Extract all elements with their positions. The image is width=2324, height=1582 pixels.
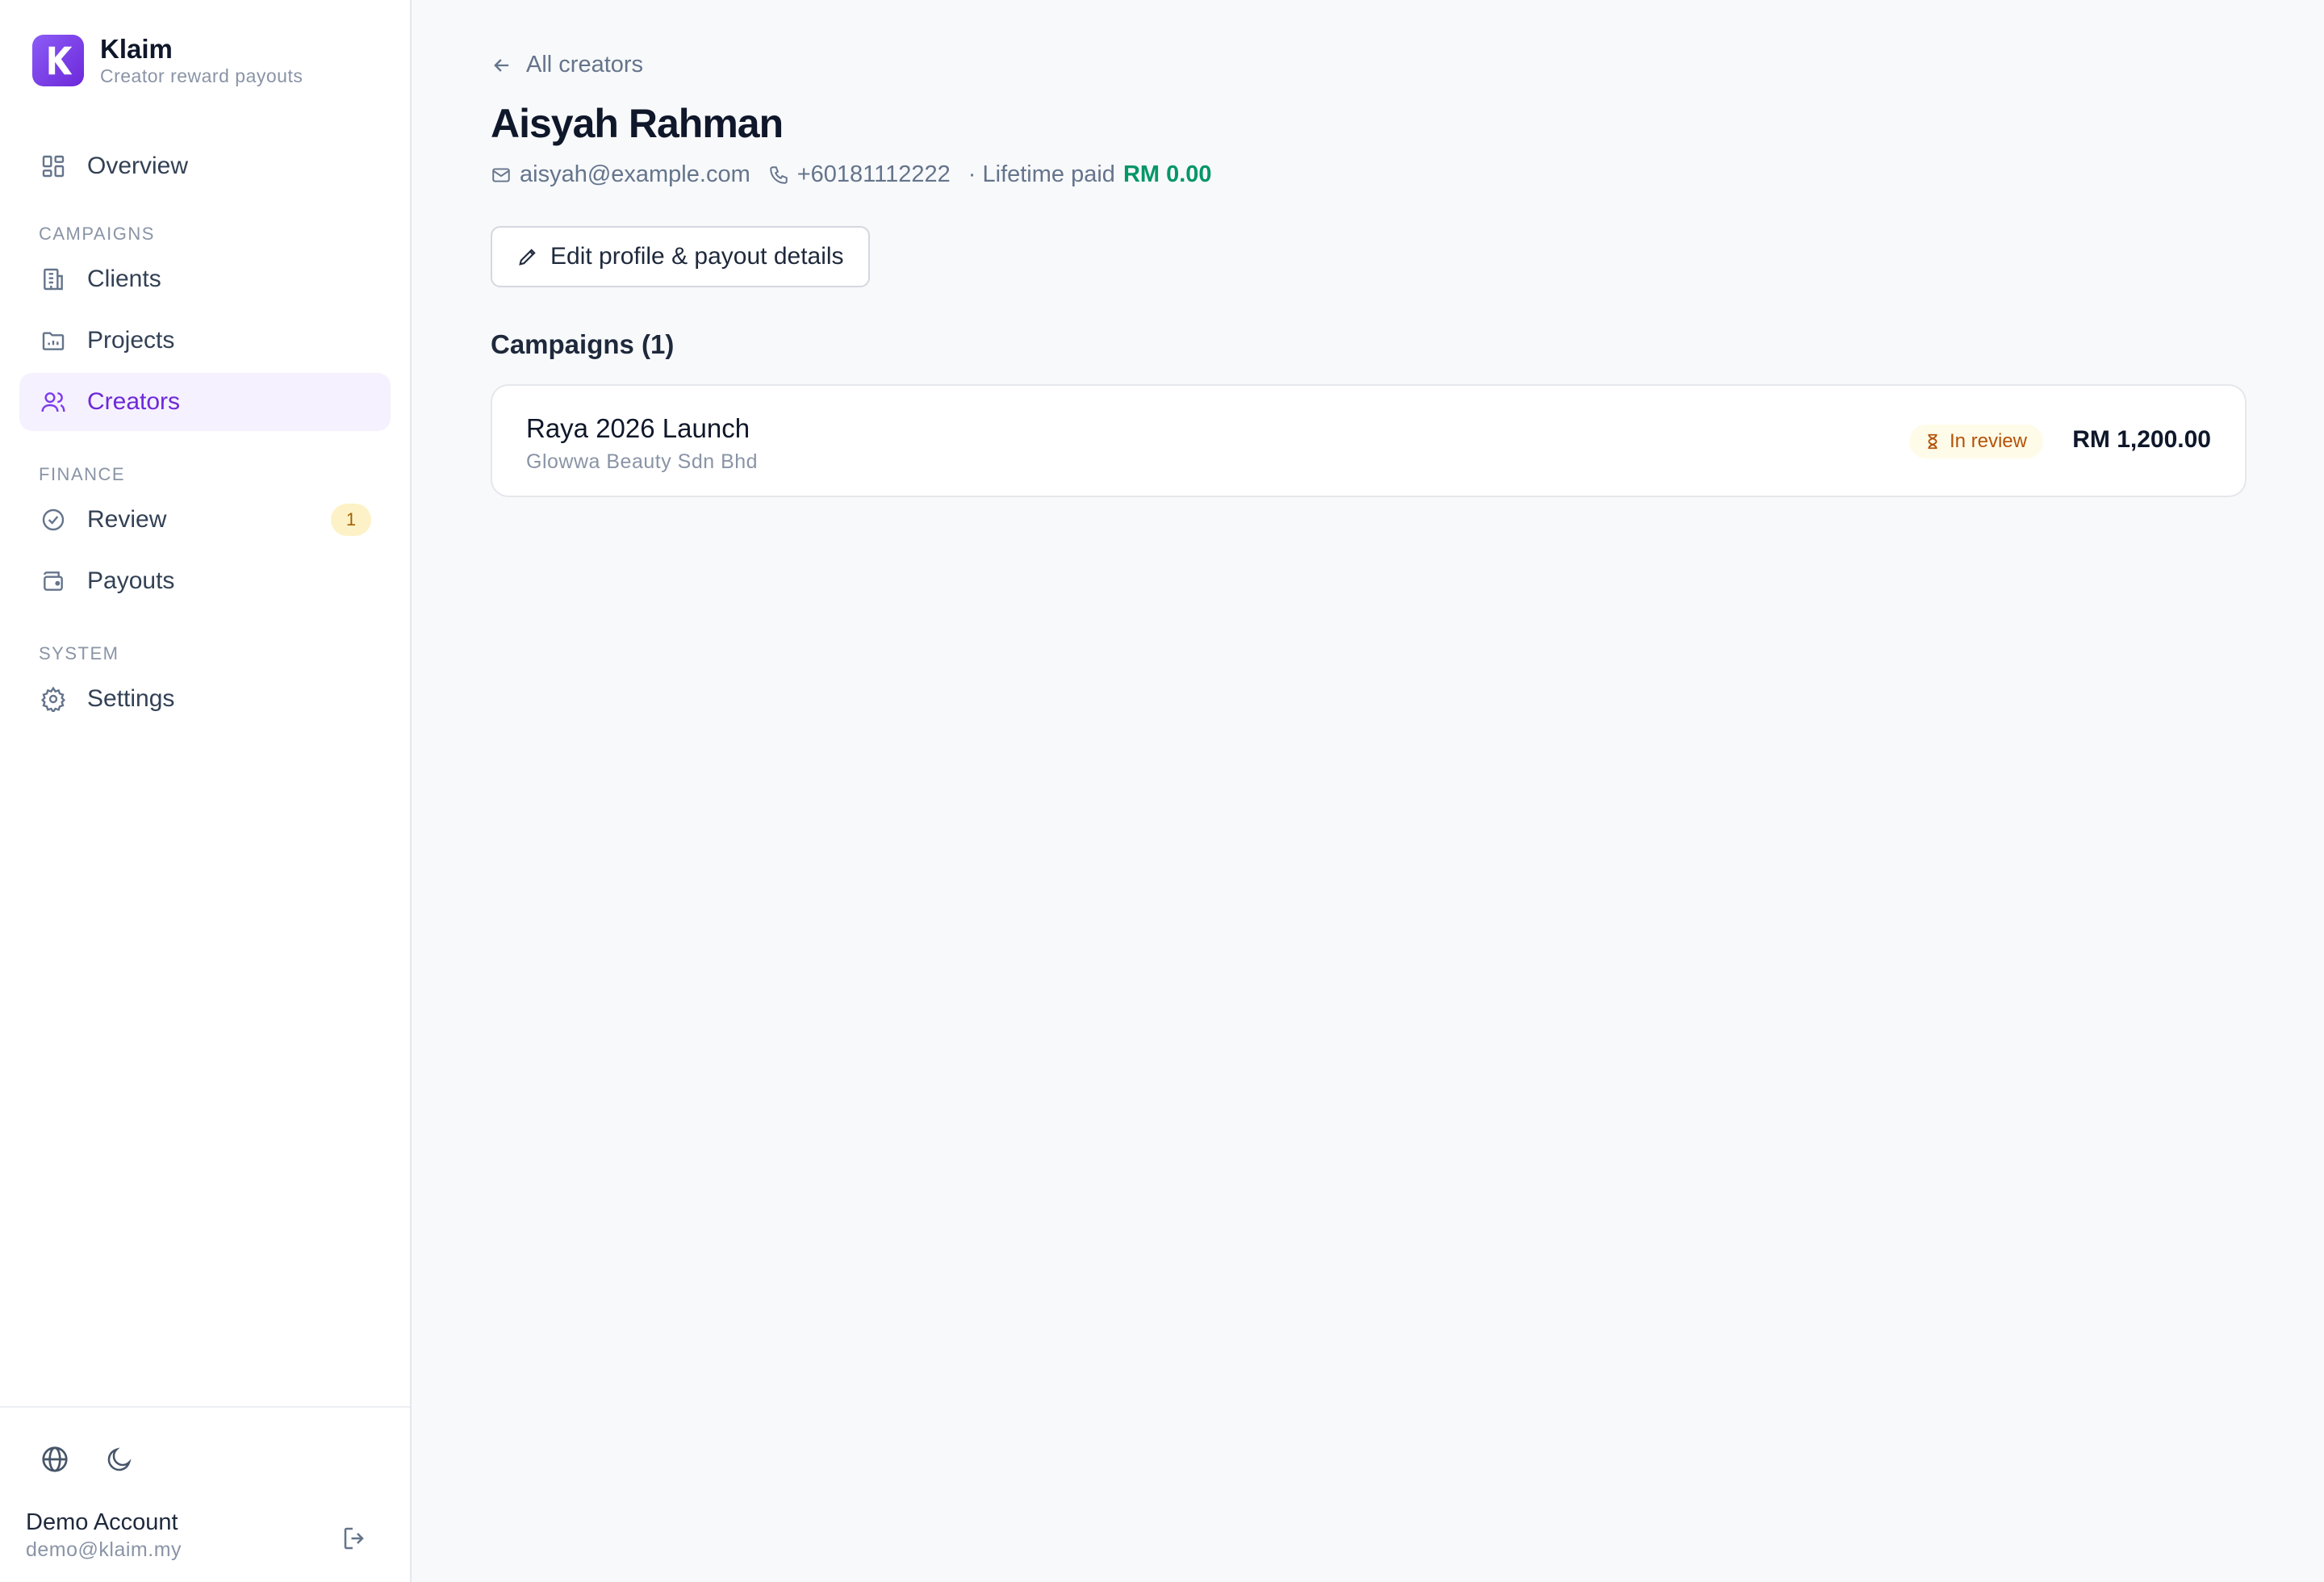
brand-subtitle: Creator reward payouts bbox=[100, 65, 303, 86]
review-count-badge: 1 bbox=[331, 504, 371, 536]
sidebar-item-label: Review bbox=[87, 506, 167, 533]
status-badge: In review bbox=[1908, 425, 2043, 458]
sidebar-item-label: Settings bbox=[87, 685, 175, 712]
campaign-client: Glowwa Beauty Sdn Bhd bbox=[526, 450, 759, 473]
nav-section-campaigns: CAMPAIGNS bbox=[39, 224, 155, 244]
pencil-icon bbox=[516, 245, 541, 269]
edit-profile-label: Edit profile & payout details bbox=[550, 243, 844, 270]
sidebar-item-settings[interactable]: Settings bbox=[19, 670, 391, 728]
campaign-card[interactable]: Raya 2026 Launch Glowwa Beauty Sdn Bhd I… bbox=[491, 384, 2247, 497]
account-name: Demo Account bbox=[26, 1509, 178, 1535]
sidebar-item-projects[interactable]: Projects bbox=[19, 312, 391, 370]
account-email: demo@klaim.my bbox=[26, 1538, 182, 1561]
app: Klaim Creator reward payouts Overview CA… bbox=[0, 0, 2324, 1582]
campaign-amount: RM 1,200.00 bbox=[2072, 426, 2211, 453]
campaign-name: Raya 2026 Launch bbox=[526, 413, 750, 443]
page-title: Aisyah Rahman bbox=[491, 101, 784, 146]
lifetime-paid-label: · Lifetime paid bbox=[968, 161, 1115, 187]
status-label: In review bbox=[1949, 430, 2027, 452]
back-label: All creators bbox=[526, 52, 644, 77]
account-info: Demo Account demo@klaim.my bbox=[26, 1508, 182, 1563]
brand[interactable]: Klaim Creator reward payouts bbox=[32, 34, 303, 87]
campaigns-heading: Campaigns (1) bbox=[491, 329, 675, 359]
check-circle-icon bbox=[39, 505, 68, 534]
sidebar-footer: Demo Account demo@klaim.my bbox=[0, 1406, 410, 1582]
wallet-icon bbox=[39, 567, 68, 596]
sidebar-item-label: Payouts bbox=[87, 567, 175, 594]
arrow-left-icon bbox=[491, 53, 515, 77]
nav-section-system: SYSTEM bbox=[39, 643, 119, 663]
sidebar-item-label: Projects bbox=[87, 327, 175, 354]
sidebar-item-label: Overview bbox=[87, 153, 189, 179]
lifetime-paid-value: RM 0.00 bbox=[1122, 161, 1212, 187]
creator-email: aisyah@example.com bbox=[520, 161, 750, 187]
sidebar-item-overview[interactable]: Overview bbox=[19, 137, 391, 195]
mail-icon bbox=[491, 164, 513, 186]
layout-grid-icon bbox=[39, 152, 68, 181]
building-icon bbox=[39, 265, 68, 294]
sidebar-nav: Overview CAMPAIGNS Clients Projects Crea… bbox=[19, 137, 391, 731]
back-link[interactable]: All creators bbox=[491, 52, 643, 78]
folder-chart-icon bbox=[39, 326, 68, 355]
sidebar-item-label: Clients bbox=[87, 266, 161, 292]
sidebar-item-label: Creators bbox=[87, 388, 181, 415]
users-icon bbox=[39, 387, 68, 416]
globe-icon[interactable] bbox=[36, 1440, 74, 1479]
gear-icon bbox=[39, 684, 68, 714]
moon-icon[interactable] bbox=[100, 1440, 139, 1479]
hourglass-icon bbox=[1924, 432, 1943, 451]
sidebar-item-payouts[interactable]: Payouts bbox=[19, 552, 391, 610]
creator-phone: +60181112222 bbox=[796, 161, 951, 187]
creator-meta: aisyah@example.com +60181112222 · Lifeti… bbox=[491, 161, 1212, 188]
klaim-logo-icon bbox=[32, 35, 84, 86]
phone-icon bbox=[768, 164, 791, 186]
logout-icon[interactable] bbox=[337, 1521, 373, 1556]
edit-profile-button[interactable]: Edit profile & payout details bbox=[491, 226, 870, 287]
sidebar-item-creators[interactable]: Creators bbox=[19, 373, 391, 431]
nav-section-finance: FINANCE bbox=[39, 464, 126, 484]
brand-name: Klaim bbox=[100, 34, 173, 64]
sidebar-item-clients[interactable]: Clients bbox=[19, 250, 391, 308]
sidebar-item-review[interactable]: Review 1 bbox=[19, 491, 391, 549]
sidebar: Klaim Creator reward payouts Overview CA… bbox=[0, 0, 412, 1582]
